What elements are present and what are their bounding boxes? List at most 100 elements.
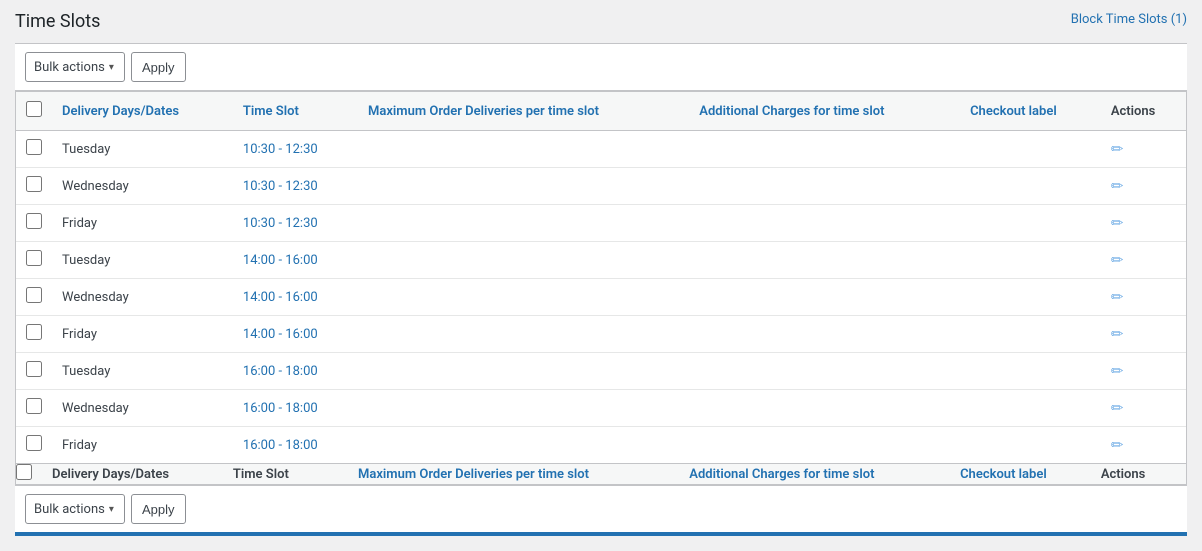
row-additional-charges (689, 168, 960, 205)
row-actions: ✏ (1101, 131, 1186, 168)
row-actions: ✏ (1101, 316, 1186, 353)
row-checkbox-col (16, 205, 52, 242)
row-actions: ✏ (1101, 390, 1186, 427)
row-checkbox-2[interactable] (26, 213, 42, 229)
footer-select-all-checkbox[interactable] (16, 464, 32, 480)
edit-icon[interactable]: ✏ (1111, 325, 1124, 343)
row-checkout-label (960, 131, 1101, 168)
row-additional-charges (689, 242, 960, 279)
edit-icon[interactable]: ✏ (1111, 251, 1124, 269)
row-actions: ✏ (1101, 205, 1186, 242)
row-max-order (358, 168, 689, 205)
edit-icon[interactable]: ✏ (1111, 288, 1124, 306)
block-time-slots-link[interactable]: Block Time Slots (1) (1071, 12, 1187, 27)
row-additional-charges (689, 353, 960, 390)
row-additional-charges (689, 279, 960, 316)
row-checkbox-8[interactable] (26, 435, 42, 451)
footer-time-slot: Time Slot (233, 464, 358, 485)
row-day: Friday (52, 316, 233, 353)
bottom-toolbar: Bulk actions ▾ Apply (15, 485, 1187, 532)
table-row: Wednesday10:30 - 12:30✏ (16, 168, 1186, 205)
row-max-order (358, 279, 689, 316)
footer-actions: Actions (1101, 464, 1186, 485)
time-slots-table: Delivery Days/Dates Time Slot Maximum Or… (16, 92, 1186, 484)
header-max-order: Maximum Order Deliveries per time slot (358, 92, 689, 131)
table-row: Tuesday14:00 - 16:00 ✏ (16, 242, 1186, 279)
row-day: Friday (52, 205, 233, 242)
row-checkbox-3[interactable] (26, 250, 42, 266)
top-bulk-actions-label: Bulk actions (34, 60, 105, 75)
row-checkout-label (960, 390, 1101, 427)
row-additional-charges (689, 390, 960, 427)
table-row: Friday16:00 - 18:00 ✏ (16, 427, 1186, 464)
row-checkbox-col (16, 316, 52, 353)
row-day: Tuesday (52, 131, 233, 168)
bottom-apply-button[interactable]: Apply (131, 494, 186, 524)
row-day: Wednesday (52, 279, 233, 316)
row-time: 10:30 - 12:30 (233, 131, 358, 168)
top-bulk-actions-dropdown[interactable]: Bulk actions ▾ (25, 52, 125, 82)
row-checkbox-6[interactable] (26, 361, 42, 377)
row-checkbox-7[interactable] (26, 398, 42, 414)
footer-checkout-label: Checkout label (960, 464, 1101, 485)
row-checkbox-5[interactable] (26, 324, 42, 340)
bottom-bulk-actions-dropdown[interactable]: Bulk actions ▾ (25, 494, 125, 524)
bottom-blue-bar (15, 532, 1187, 536)
row-checkbox-4[interactable] (26, 287, 42, 303)
edit-icon[interactable]: ✏ (1111, 399, 1124, 417)
row-checkout-label (960, 427, 1101, 464)
table-row: Tuesday16:00 - 18:00 ✏ (16, 353, 1186, 390)
row-additional-charges (689, 131, 960, 168)
row-day: Tuesday (52, 242, 233, 279)
table-footer-row: Delivery Days/Dates Time Slot Maximum Or… (16, 464, 1186, 485)
row-max-order (358, 390, 689, 427)
row-time: 16:00 - 18:00 (233, 390, 358, 427)
row-time: 14:00 - 16:00 (233, 316, 358, 353)
row-checkbox-col (16, 131, 52, 168)
row-checkout-label (960, 205, 1101, 242)
row-checkbox-0[interactable] (26, 139, 42, 155)
edit-icon[interactable]: ✏ (1111, 362, 1124, 380)
footer-delivery-days: Delivery Days/Dates (52, 464, 233, 485)
edit-icon[interactable]: ✏ (1111, 214, 1124, 232)
row-time: 10:30 - 12:30 (233, 205, 358, 242)
top-apply-button[interactable]: Apply (131, 52, 186, 82)
row-checkbox-col (16, 168, 52, 205)
header-additional-charges: Additional Charges for time slot (689, 92, 960, 131)
footer-additional-charges: Additional Charges for time slot (689, 464, 960, 485)
header-time-slot: Time Slot (233, 92, 358, 131)
header-checkout-label: Checkout label (960, 92, 1101, 131)
row-max-order (358, 242, 689, 279)
row-time: 14:00 - 16:00 (233, 242, 358, 279)
table-row: Friday14:00 - 16:00 ✏ (16, 316, 1186, 353)
row-time: 16:00 - 18:00 (233, 353, 358, 390)
table-row: Wednesday14:00 - 16:00✏ (16, 279, 1186, 316)
row-time: 16:00 - 18:00 (233, 427, 358, 464)
row-checkout-label (960, 168, 1101, 205)
row-checkbox-col (16, 427, 52, 464)
edit-icon[interactable]: ✏ (1111, 177, 1124, 195)
select-all-checkbox[interactable] (26, 101, 42, 117)
row-additional-charges (689, 316, 960, 353)
row-max-order (358, 205, 689, 242)
edit-icon[interactable]: ✏ (1111, 436, 1124, 454)
row-actions: ✏ (1101, 168, 1186, 205)
row-time: 10:30 - 12:30 (233, 168, 358, 205)
row-day: Friday (52, 427, 233, 464)
row-day: Tuesday (52, 353, 233, 390)
row-actions: ✏ (1101, 427, 1186, 464)
table-header-row: Delivery Days/Dates Time Slot Maximum Or… (16, 92, 1186, 131)
row-checkout-label (960, 316, 1101, 353)
footer-check-col (16, 464, 52, 485)
row-checkbox-col (16, 390, 52, 427)
row-checkout-label (960, 242, 1101, 279)
table-row: Tuesday10:30 - 12:30 ✏ (16, 131, 1186, 168)
row-max-order (358, 131, 689, 168)
row-checkbox-1[interactable] (26, 176, 42, 192)
edit-icon[interactable]: ✏ (1111, 140, 1124, 158)
row-max-order (358, 427, 689, 464)
row-checkout-label (960, 279, 1101, 316)
table-row: Friday10:30 - 12:30 ✏ (16, 205, 1186, 242)
row-actions: ✏ (1101, 279, 1186, 316)
time-slots-table-container: Delivery Days/Dates Time Slot Maximum Or… (15, 91, 1187, 485)
